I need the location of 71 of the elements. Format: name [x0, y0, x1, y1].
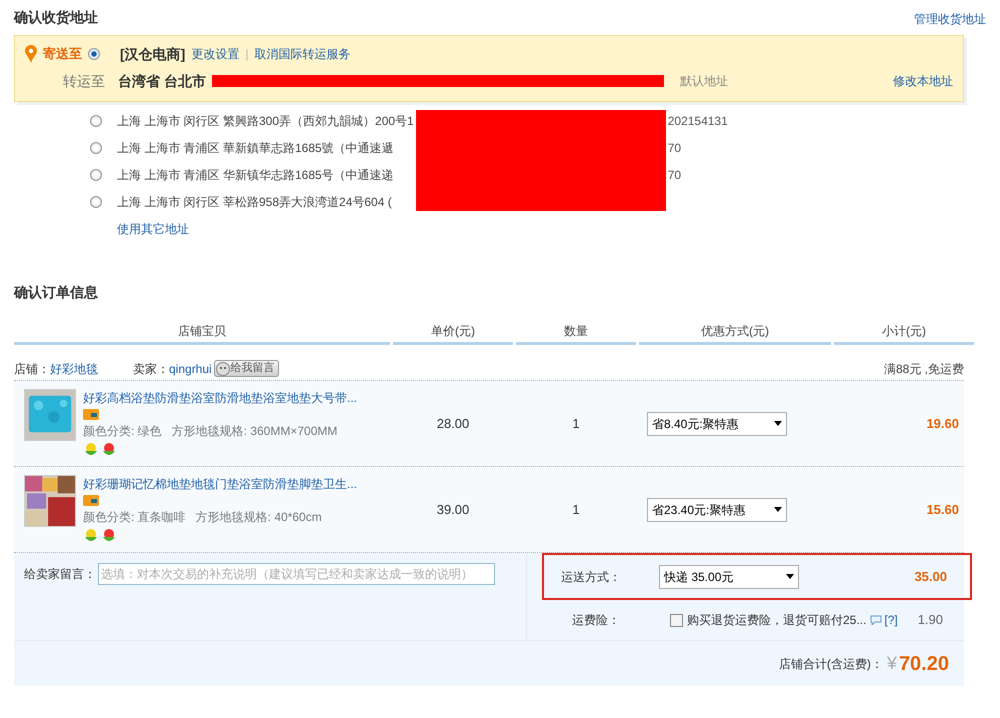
currency-symbol: ¥: [886, 652, 897, 675]
caret-icon: [774, 507, 782, 512]
chat-bubble-icon: [870, 615, 882, 625]
other-address-link[interactable]: 使用其它地址: [117, 215, 416, 242]
ship-to-label: 寄送至: [43, 45, 82, 64]
dropdown[interactable]: 省8.40元:聚特惠: [647, 412, 787, 436]
edit-address-link[interactable]: 修改本地址: [893, 72, 953, 90]
settings-link[interactable]: 取消国际转运服务: [254, 45, 350, 63]
card-icon: [83, 409, 99, 420]
seller-name-link[interactable]: qingrhui: [169, 360, 212, 378]
card-icon: [83, 495, 99, 506]
manage-address-link[interactable]: 管理收货地址: [914, 10, 986, 28]
forward-label: 转运至: [62, 72, 105, 90]
message-seller-button[interactable]: 给我留言: [214, 360, 279, 377]
radio-button[interactable]: [90, 114, 102, 126]
help-link[interactable]: [?]: [884, 611, 898, 629]
section-title: 确认订单信息: [14, 283, 99, 302]
product-specs: 颜色分类: 绿色 方形地毯规格: 360MM×700MM: [83, 423, 338, 440]
caret-icon: [774, 421, 782, 426]
unit-price: 39.00: [436, 500, 470, 519]
phone-number: 70: [666, 166, 682, 184]
forward-address: 台湾省 台北市: [118, 72, 206, 90]
shop-name-link[interactable]: 好彩地毯: [50, 360, 98, 378]
shipping-label: 运送方式：: [560, 568, 622, 586]
agent-name: [汉仓电商]: [120, 44, 186, 64]
dropdown[interactable]: 快递 35.00元: [659, 564, 799, 588]
insurance-fee: 1.90: [918, 611, 944, 630]
phone-number: 202154131: [666, 112, 728, 130]
quantity: 1: [571, 500, 581, 519]
flower-badges-icon: [83, 442, 117, 458]
default-address-tag: 默认地址: [680, 72, 728, 90]
message-label: 给卖家留言：: [24, 566, 96, 583]
address-option[interactable]: 上海 上海市 青浦区 华新镇华志路1685号（中通速递: [117, 161, 416, 188]
address-option[interactable]: 上海 上海市 闵行区 莘松路958弄大浪湾道24号604 (: [117, 188, 416, 215]
product-title-link[interactable]: 好彩珊瑚记忆棉地垫地毯门垫浴室防滑垫脚垫卫生...: [83, 475, 358, 493]
link-separator: |: [245, 46, 248, 63]
column-header: 数量: [516, 318, 636, 345]
caret-icon: [786, 574, 794, 579]
item-subtotal: 19.60: [925, 414, 960, 433]
dropdown[interactable]: 省23.40元:聚特惠: [647, 498, 787, 522]
product-title-link[interactable]: 好彩高档浴垫防滑垫浴室防滑地垫浴室地垫大号带...: [83, 389, 358, 407]
phone-number: 70: [666, 140, 682, 156]
radio-button[interactable]: [90, 196, 102, 208]
order-total: 70.20: [898, 652, 949, 676]
shipping-promo-note: 满88元 ,免运费: [884, 360, 964, 378]
column-header: 店铺宝贝: [14, 318, 390, 345]
radio-button[interactable]: [88, 48, 100, 60]
radio-button[interactable]: [90, 168, 102, 180]
section-title: 确认收货地址: [14, 8, 98, 27]
column-header: 优惠方式(元): [639, 318, 831, 345]
item-subtotal: 15.60: [925, 500, 960, 519]
checkbox[interactable]: [670, 614, 683, 626]
address-option[interactable]: 上海 上海市 闵行区 繁興路300弄（西郊九韻城）200号1: [117, 107, 416, 134]
shop-label: 店铺：: [14, 360, 50, 378]
insurance-label: 运费险：: [571, 612, 621, 629]
settings-link[interactable]: 更改设置: [191, 45, 240, 63]
insurance-text: 购买退货运费险，退货可赔付25...: [687, 612, 866, 629]
address-option[interactable]: 上海 上海市 青浦区 華新鎮華志路1685號（中通速遞: [117, 134, 416, 161]
quantity: 1: [571, 414, 581, 433]
total-label: 店铺合计(含运费)：: [778, 656, 883, 672]
radio-button[interactable]: [90, 142, 102, 154]
shipping-fee: 35.00: [914, 568, 948, 586]
flower-badges-icon: [83, 528, 117, 544]
column-header: 小计(元): [834, 318, 974, 345]
location-pin-icon: [25, 45, 37, 63]
column-header: 单价(元): [393, 318, 513, 345]
product-specs: 颜色分类: 直条咖啡 方形地毯规格: 40*60cm: [83, 509, 323, 526]
unit-price: 28.00: [436, 414, 470, 433]
seller-label: 卖家：: [133, 360, 169, 378]
message-input-field[interactable]: 选填：对本次交易的补充说明（建议填写已经和卖家达成一致的说明）: [98, 563, 495, 585]
chat-face-icon: [216, 362, 230, 376]
